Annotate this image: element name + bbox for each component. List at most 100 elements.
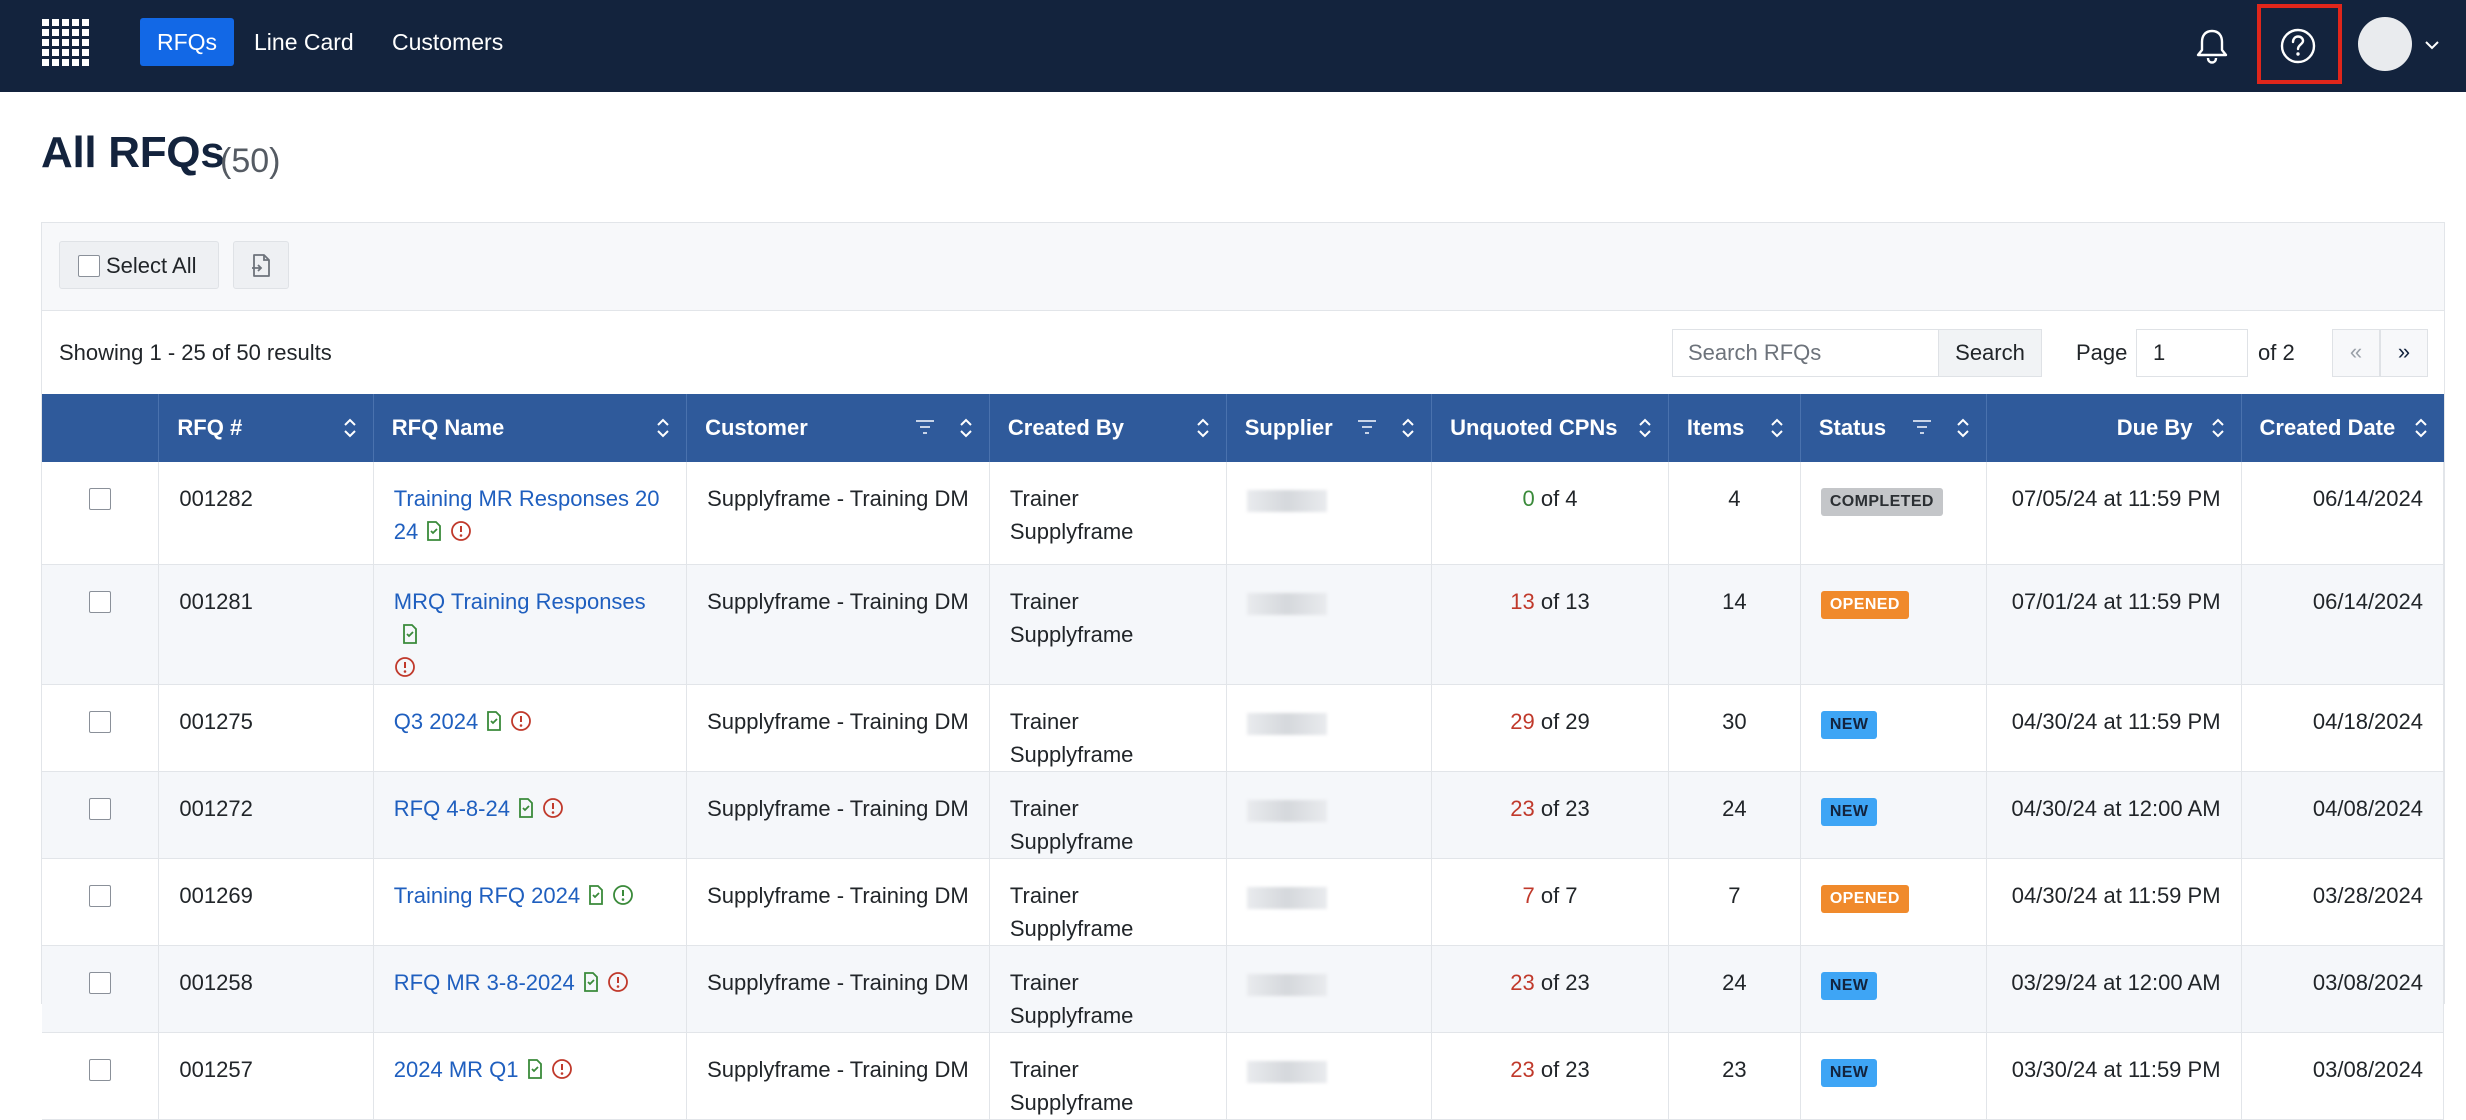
chevron-down-icon[interactable] xyxy=(2421,34,2443,56)
status-cell: NEW xyxy=(1800,1032,1987,1120)
sort-icon[interactable] xyxy=(1770,416,1784,440)
row-checkbox[interactable] xyxy=(89,971,112,994)
table-row[interactable]: 001257 2024 MR Q1 Supplyframe - Training… xyxy=(42,1032,2445,1120)
header-checkbox-col xyxy=(42,394,160,462)
table-row[interactable]: 001281 MRQ Training Responses Supplyfram… xyxy=(42,564,2445,685)
filter-icon[interactable] xyxy=(1912,418,1932,436)
select-all-checkbox[interactable] xyxy=(78,255,100,277)
col-unquoted-cpns[interactable]: Unquoted CPNs xyxy=(1431,394,1669,462)
info-circle-green-icon[interactable] xyxy=(612,884,634,906)
document-green-icon[interactable] xyxy=(525,1058,545,1080)
row-checkbox[interactable] xyxy=(89,488,112,510)
bell-icon[interactable] xyxy=(2190,24,2234,68)
document-green-icon[interactable] xyxy=(424,520,444,542)
status-cell: NEW xyxy=(1800,945,1987,1033)
row-checkbox[interactable] xyxy=(89,710,112,733)
rfq-name-link[interactable]: Training RFQ 2024 xyxy=(394,883,580,908)
grid-logo-icon[interactable] xyxy=(40,17,94,71)
col-created-by[interactable]: Created By xyxy=(989,394,1227,462)
document-green-icon[interactable] xyxy=(516,797,536,819)
due-cell: 04/30/24 at 11:59 PM xyxy=(1986,684,2242,772)
table-row[interactable]: 001258 RFQ MR 3-8-2024 Supplyframe - Tra… xyxy=(42,945,2445,1033)
status-badge: NEW xyxy=(1820,971,1878,1000)
info-circle-icon[interactable] xyxy=(510,710,532,732)
rfq-name-link[interactable]: Q3 2024 xyxy=(394,709,478,734)
sort-icon[interactable] xyxy=(656,416,670,440)
customer-cell: Supplyframe - Training DM xyxy=(686,1032,990,1120)
table-row[interactable]: 001275 Q3 2024 Supplyframe - Training DM… xyxy=(42,684,2445,772)
sort-icon[interactable] xyxy=(1401,416,1415,440)
sort-icon[interactable] xyxy=(959,416,973,440)
table-row[interactable]: 001269 Training RFQ 2024 Supplyframe - T… xyxy=(42,858,2445,946)
row-checkbox-cell xyxy=(42,1032,160,1120)
rfq-number: 001275 xyxy=(158,684,374,772)
top-nav-bar: RFQs Line Card Customers xyxy=(0,0,2466,92)
col-due-by[interactable]: Due By xyxy=(1986,394,2242,462)
document-green-icon[interactable] xyxy=(586,884,606,906)
row-checkbox-cell xyxy=(42,771,160,859)
supplier-redacted xyxy=(1246,886,1327,909)
nav-line-card[interactable]: Line Card xyxy=(237,18,371,66)
row-checkbox[interactable] xyxy=(89,590,112,613)
rfq-name-link[interactable]: RFQ 4-8-24 xyxy=(394,796,510,821)
created-date-cell: 06/14/2024 xyxy=(2241,462,2445,565)
search-input[interactable] xyxy=(1672,329,1938,377)
col-supplier[interactable]: Supplier xyxy=(1226,394,1433,462)
col-items[interactable]: Items xyxy=(1668,394,1801,462)
info-circle-icon[interactable] xyxy=(551,1058,573,1080)
rfq-name-link[interactable]: 2024 MR Q1 xyxy=(394,1057,519,1082)
sort-icon[interactable] xyxy=(2211,416,2225,440)
sort-icon[interactable] xyxy=(1638,416,1652,440)
unquoted-cell: 23 of 23 xyxy=(1431,771,1669,859)
info-circle-icon[interactable] xyxy=(607,971,629,993)
rfq-name-link[interactable]: RFQ MR 3-8-2024 xyxy=(394,970,575,995)
col-status[interactable]: Status xyxy=(1800,394,1987,462)
col-rfq-name[interactable]: RFQ Name xyxy=(373,394,688,462)
supplier-redacted xyxy=(1246,973,1327,996)
unquoted-cell: 7 of 7 xyxy=(1431,858,1669,946)
rfq-number: 001282 xyxy=(158,462,374,565)
table-row[interactable]: 001282 Training MR Responses 20 24 Suppl… xyxy=(42,462,2445,565)
info-circle-icon[interactable] xyxy=(394,656,416,678)
sort-icon[interactable] xyxy=(2414,416,2428,440)
filter-icon[interactable] xyxy=(1357,418,1377,436)
items-cell: 14 xyxy=(1668,564,1801,685)
due-cell: 07/01/24 at 11:59 PM xyxy=(1986,564,2242,685)
rfq-name-cell: Training RFQ 2024 xyxy=(373,858,688,946)
col-rfq-number[interactable]: RFQ # xyxy=(158,394,374,462)
col-created-date[interactable]: Created Date xyxy=(2241,394,2444,462)
filter-icon[interactable] xyxy=(915,418,935,436)
sort-icon[interactable] xyxy=(1956,416,1970,440)
row-checkbox[interactable] xyxy=(89,797,112,820)
select-all-button[interactable]: Select All xyxy=(59,241,219,289)
next-page-button[interactable]: » xyxy=(2380,329,2428,377)
row-checkbox[interactable] xyxy=(89,1058,112,1081)
avatar[interactable] xyxy=(2358,17,2412,71)
results-summary: Showing 1 - 25 of 50 results xyxy=(59,340,332,365)
row-checkbox[interactable] xyxy=(89,884,112,907)
unquoted-cell: 13 of 13 xyxy=(1431,564,1669,685)
document-green-icon[interactable] xyxy=(581,971,601,993)
search-button[interactable]: Search xyxy=(1938,329,2042,377)
export-button[interactable] xyxy=(233,241,289,289)
info-circle-icon[interactable] xyxy=(450,520,472,542)
customer-cell: Supplyframe - Training DM xyxy=(686,858,990,946)
table-row[interactable]: 001272 RFQ 4-8-24 Supplyframe - Training… xyxy=(42,771,2445,859)
page-number-input[interactable] xyxy=(2136,329,2248,377)
items-cell: 23 xyxy=(1668,1032,1801,1120)
col-customer[interactable]: Customer xyxy=(686,394,990,462)
nav-customers[interactable]: Customers xyxy=(375,18,520,66)
prev-page-button[interactable]: « xyxy=(2332,329,2380,377)
sort-icon[interactable] xyxy=(1196,416,1210,440)
info-circle-icon[interactable] xyxy=(542,797,564,819)
sort-icon[interactable] xyxy=(343,416,357,440)
nav-rfqs[interactable]: RFQs xyxy=(140,18,235,66)
help-circle-icon[interactable] xyxy=(2275,23,2321,69)
rfq-name-link[interactable]: MRQ Training Responses xyxy=(394,589,646,614)
due-cell: 04/30/24 at 12:00 AM xyxy=(1986,771,2242,859)
document-green-icon[interactable] xyxy=(484,710,504,732)
unquoted-cell: 29 of 29 xyxy=(1431,684,1669,772)
document-green-icon[interactable] xyxy=(400,623,420,645)
status-badge: COMPLETED xyxy=(1820,488,1943,516)
row-checkbox-cell xyxy=(42,858,160,946)
